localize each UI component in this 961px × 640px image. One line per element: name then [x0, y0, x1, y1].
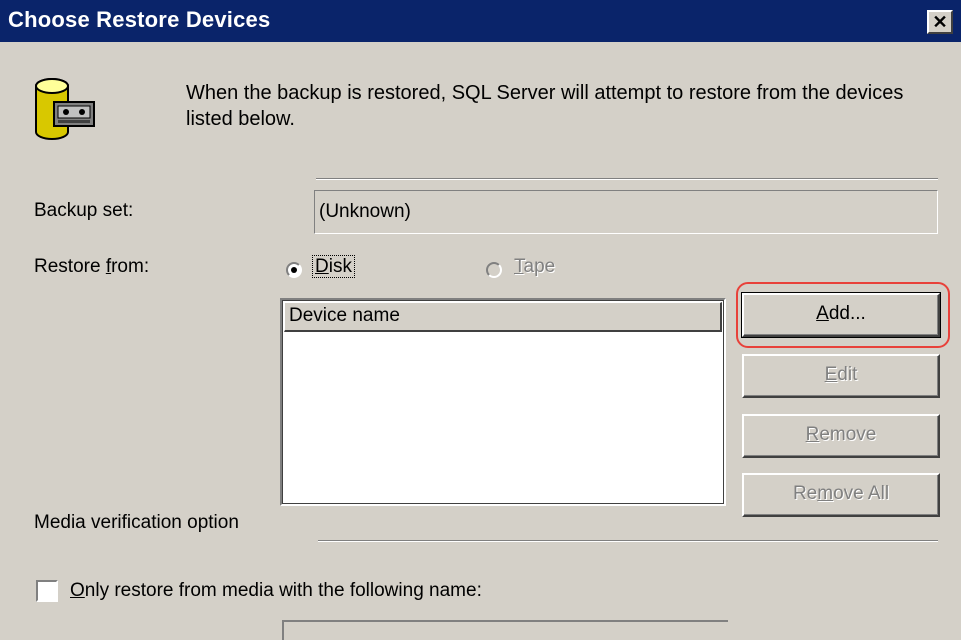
- separator-top: [316, 178, 938, 180]
- backup-set-field: (Unknown): [314, 190, 938, 234]
- disk-radio-label[interactable]: Disk: [312, 255, 355, 278]
- remove-button[interactable]: Remove: [742, 414, 940, 458]
- tape-radio[interactable]: [486, 262, 502, 278]
- device-name-column-header[interactable]: Device name: [284, 302, 722, 332]
- media-name-field[interactable]: [282, 620, 728, 640]
- backup-set-label: Backup set:: [34, 200, 134, 221]
- disk-radio[interactable]: [286, 262, 302, 278]
- media-verification-label: Media verification option: [34, 512, 239, 533]
- remove-all-button[interactable]: Remove All: [742, 473, 940, 517]
- device-list[interactable]: Device name: [280, 298, 726, 506]
- only-restore-label[interactable]: Only restore from media with the followi…: [70, 580, 482, 602]
- only-restore-checkbox[interactable]: [36, 580, 58, 602]
- close-button[interactable]: ✕: [927, 10, 953, 34]
- close-icon: ✕: [932, 12, 948, 32]
- intro-text: When the backup is restored, SQL Server …: [186, 82, 904, 130]
- separator-media: [318, 540, 938, 542]
- tape-radio-label[interactable]: Tape: [514, 256, 555, 278]
- add-button[interactable]: Add...: [741, 292, 941, 338]
- window-title: Choose Restore Devices: [8, 7, 271, 32]
- database-tape-icon: [35, 78, 95, 140]
- title-bar[interactable]: Choose Restore Devices ✕: [0, 0, 961, 42]
- restore-from-label: Restore from:: [34, 256, 150, 277]
- choose-restore-devices-dialog: Choose Restore Devices ✕ When the backup…: [0, 0, 961, 640]
- edit-button[interactable]: Edit: [742, 354, 940, 398]
- backup-set-value: (Unknown): [319, 201, 411, 222]
